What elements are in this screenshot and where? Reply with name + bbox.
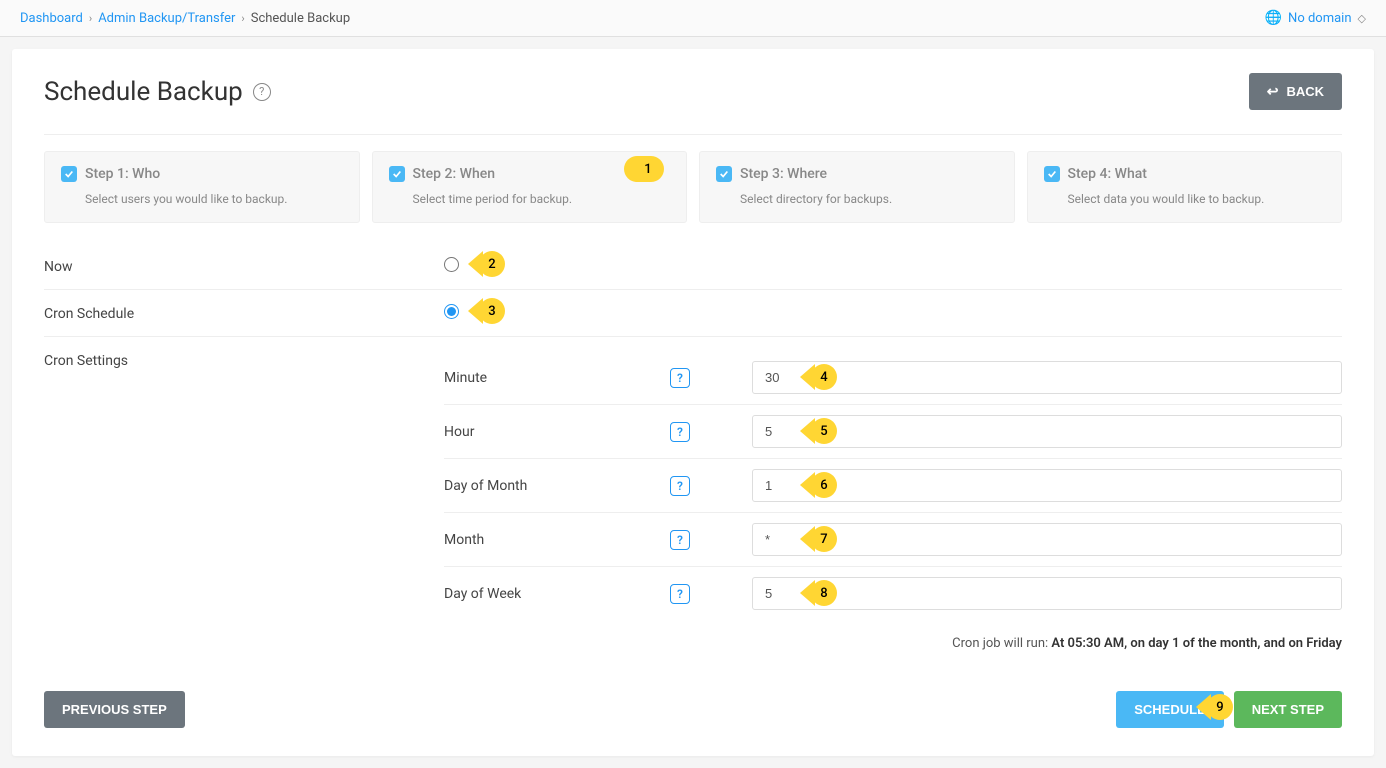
step-where[interactable]: Step 3: Where Select directory for backu… xyxy=(699,151,1015,223)
help-icon[interactable]: ? xyxy=(670,476,690,496)
next-step-button[interactable]: NEXT STEP xyxy=(1234,691,1342,728)
globe-icon: 🌐 xyxy=(1265,10,1282,26)
input-minute[interactable] xyxy=(752,361,1342,394)
cron-row-dom: Day of Month ? 6 xyxy=(444,459,1342,513)
step-title: Step 1: Who xyxy=(85,166,160,182)
previous-step-button[interactable]: PREVIOUS STEP xyxy=(44,691,185,728)
chevron-right-icon: › xyxy=(241,12,244,25)
steps-row: Step 1: Who Select users you would like … xyxy=(44,134,1342,223)
check-icon xyxy=(389,166,405,182)
breadcrumb-bar: Dashboard › Admin Backup/Transfer › Sche… xyxy=(0,0,1386,37)
form-section: Now 2 Cron Schedule 3 xyxy=(44,243,1342,665)
back-button-label: BACK xyxy=(1286,84,1324,99)
step-desc: Select data you would like to backup. xyxy=(1068,192,1326,206)
domain-label: No domain xyxy=(1288,11,1351,26)
row-now: Now 2 xyxy=(44,243,1342,290)
schedule-button[interactable]: SCHEDULE xyxy=(1116,691,1224,728)
help-icon[interactable]: ? xyxy=(253,83,271,101)
annotation-marker: 3 xyxy=(468,298,508,324)
radio-now[interactable] xyxy=(444,257,459,272)
cron-row-month: Month ? 7 xyxy=(444,513,1342,567)
breadcrumb-current: Schedule Backup xyxy=(251,11,350,26)
step-desc: Select directory for backups. xyxy=(740,192,998,206)
step-title: Step 3: Where xyxy=(740,166,827,182)
cron-label-month: Month xyxy=(444,532,654,548)
cron-row-minute: Minute ? 4 xyxy=(444,351,1342,405)
cron-label-dom: Day of Month xyxy=(444,478,654,494)
svg-text:2: 2 xyxy=(488,257,495,272)
radio-cron-schedule[interactable] xyxy=(444,304,459,319)
chevron-up-down-icon: ◇ xyxy=(1358,12,1366,25)
cron-label-hour: Hour xyxy=(444,424,654,440)
row-cron-settings: Cron Settings Minute ? 4 xyxy=(44,337,1342,665)
check-icon xyxy=(716,166,732,182)
footer-buttons: PREVIOUS STEP SCHEDULE 9 NEXT STEP xyxy=(44,691,1342,728)
back-button[interactable]: ↩ BACK xyxy=(1249,73,1342,110)
input-hour[interactable] xyxy=(752,415,1342,448)
cron-label-minute: Minute xyxy=(444,370,654,386)
breadcrumb: Dashboard › Admin Backup/Transfer › Sche… xyxy=(20,11,350,26)
help-icon[interactable]: ? xyxy=(670,422,690,442)
step-title: Step 2: When xyxy=(413,166,496,182)
domain-selector[interactable]: 🌐 No domain ◇ xyxy=(1265,10,1366,26)
step-desc: Select users you would like to backup. xyxy=(85,192,343,206)
reply-arrow-icon: ↩ xyxy=(1267,83,1279,100)
cron-row-hour: Hour ? 5 xyxy=(444,405,1342,459)
cron-row-dow: Day of Week ? 8 xyxy=(444,567,1342,620)
page-header: Schedule Backup ? ↩ BACK xyxy=(44,73,1342,110)
annotation-marker: 2 xyxy=(468,251,508,277)
cron-summary: Cron job will run: At 05:30 AM, on day 1… xyxy=(444,636,1342,651)
cron-summary-prefix: Cron job will run: xyxy=(952,636,1048,651)
check-icon xyxy=(61,166,77,182)
input-day-of-month[interactable] xyxy=(752,469,1342,502)
input-month[interactable] xyxy=(752,523,1342,556)
label-cron-settings: Cron Settings xyxy=(44,351,444,369)
main-content: Schedule Backup ? ↩ BACK Step 1: Who Sel… xyxy=(12,49,1374,756)
breadcrumb-admin-backup[interactable]: Admin Backup/Transfer xyxy=(98,11,235,26)
step-what[interactable]: Step 4: What Select data you would like … xyxy=(1027,151,1343,223)
step-when[interactable]: Step 2: When Select time period for back… xyxy=(372,151,688,223)
page-title-text: Schedule Backup xyxy=(44,77,243,107)
step-who[interactable]: Step 1: Who Select users you would like … xyxy=(44,151,360,223)
cron-summary-value: At 05:30 AM, on day 1 of the month, and … xyxy=(1051,636,1342,651)
step-title: Step 4: What xyxy=(1068,166,1147,182)
page-title: Schedule Backup ? xyxy=(44,77,271,107)
check-icon xyxy=(1044,166,1060,182)
help-icon[interactable]: ? xyxy=(670,530,690,550)
label-now: Now xyxy=(44,257,444,275)
label-cron-schedule: Cron Schedule xyxy=(44,304,444,322)
row-cron-schedule: Cron Schedule 3 xyxy=(44,290,1342,337)
step-desc: Select time period for backup. xyxy=(413,192,671,206)
chevron-right-icon: › xyxy=(89,12,92,25)
cron-fields: Minute ? 4 Hour ? xyxy=(444,351,1342,620)
help-icon[interactable]: ? xyxy=(670,368,690,388)
help-icon[interactable]: ? xyxy=(670,584,690,604)
cron-label-dow: Day of Week xyxy=(444,586,654,602)
svg-text:3: 3 xyxy=(488,304,495,319)
breadcrumb-dashboard[interactable]: Dashboard xyxy=(20,11,83,26)
input-day-of-week[interactable] xyxy=(752,577,1342,610)
